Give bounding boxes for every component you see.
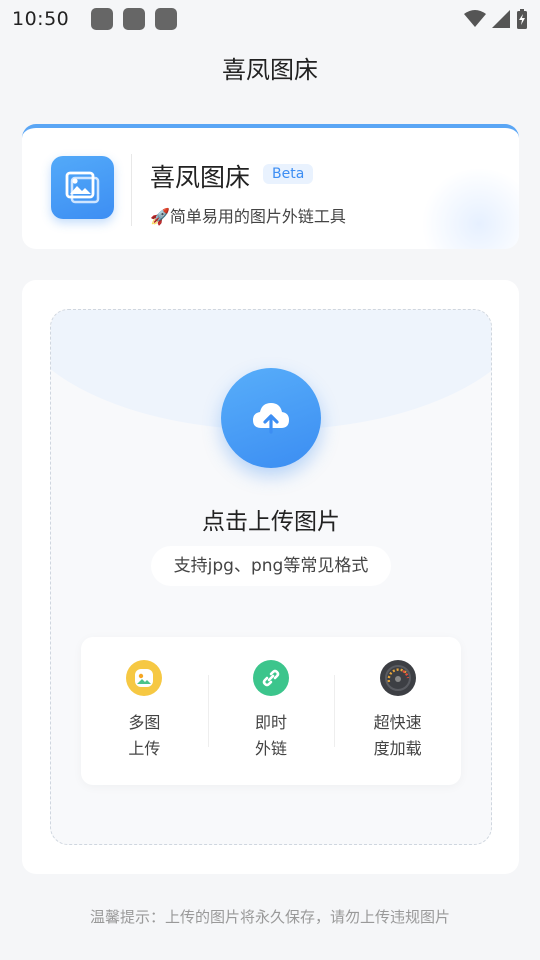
feature-instant-link: 即时 外链 bbox=[207, 637, 335, 762]
app-info-card: 喜凤图床 Beta 🚀简单易用的图片外链工具 bbox=[22, 124, 519, 249]
feature-multi-upload: 多图 上传 bbox=[81, 637, 208, 762]
beta-badge: Beta bbox=[263, 164, 314, 184]
feature-label: 超快速 bbox=[373, 713, 422, 732]
picture-icon bbox=[126, 660, 163, 696]
image-gallery-icon bbox=[51, 156, 114, 219]
upload-title: 点击上传图片 bbox=[202, 509, 340, 535]
notification-app-icon bbox=[123, 8, 146, 30]
features-panel: 多图 上传 即时 外链 超快速 度加载 bbox=[81, 637, 461, 785]
notification-app-icon bbox=[91, 8, 114, 30]
feature-fast-load: 超快速 度加载 bbox=[334, 637, 461, 762]
app-bar-title: 喜凤图床 bbox=[222, 56, 318, 84]
app-subtitle: 🚀简单易用的图片外链工具 bbox=[150, 207, 346, 226]
notification-app-icon bbox=[155, 8, 178, 30]
upload-format-hint: 支持jpg、png等常见格式 bbox=[151, 546, 391, 586]
decorative-glow bbox=[419, 169, 519, 249]
upload-dropzone[interactable]: 点击上传图片 支持jpg、png等常见格式 多图 上传 即时 外链 超快速 度加… bbox=[50, 309, 492, 845]
upload-button[interactable] bbox=[221, 368, 321, 468]
feature-label: 外链 bbox=[255, 739, 288, 758]
signal-icon bbox=[492, 10, 510, 28]
feature-label: 上传 bbox=[128, 739, 161, 758]
footer-tip: 温馨提示：上传的图片将永久保存，请勿上传违规图片 bbox=[89, 908, 450, 926]
header-divider bbox=[131, 154, 132, 226]
status-time: 10:50 bbox=[12, 8, 70, 30]
feature-label: 度加载 bbox=[373, 739, 422, 758]
feature-label: 即时 bbox=[255, 713, 288, 732]
cloud-upload-icon bbox=[253, 403, 289, 434]
status-bar: 10:50 bbox=[0, 0, 540, 38]
speedometer-icon bbox=[379, 660, 416, 696]
app-name: 喜凤图床 bbox=[150, 163, 251, 192]
feature-label: 多图 bbox=[128, 713, 161, 732]
wifi-icon bbox=[464, 10, 486, 27]
upload-card: 点击上传图片 支持jpg、png等常见格式 多图 上传 即时 外链 超快速 度加… bbox=[22, 280, 519, 874]
battery-icon bbox=[517, 9, 527, 29]
link-icon bbox=[253, 660, 289, 696]
